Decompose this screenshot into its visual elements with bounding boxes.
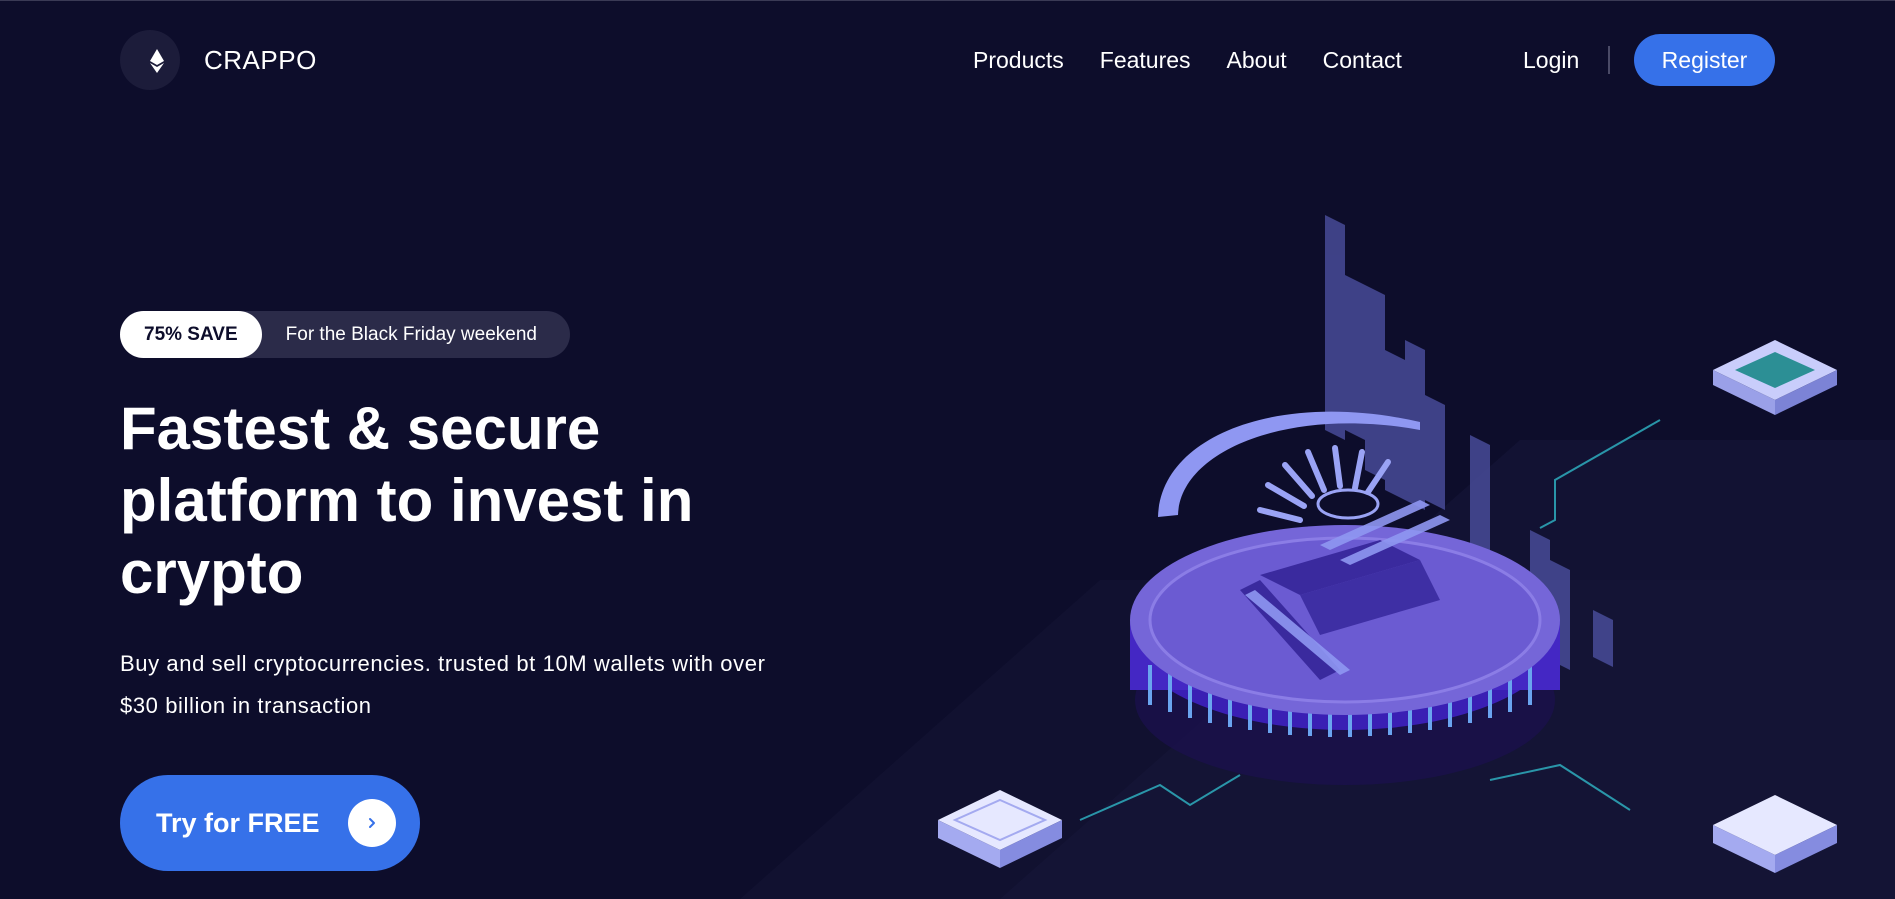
- hero-subtext: Buy and sell cryptocurrencies. trusted b…: [120, 651, 766, 718]
- site-header: CRAPPO Products Features About Contact L…: [120, 30, 1775, 90]
- login-link[interactable]: Login: [1523, 30, 1579, 90]
- brand-name: CRAPPO: [204, 44, 317, 75]
- nav-features-link[interactable]: Features: [1100, 47, 1191, 74]
- register-button[interactable]: Register: [1634, 34, 1775, 86]
- landing-page: CRAPPO Products Features About Contact L…: [0, 0, 1895, 899]
- try-free-button[interactable]: Try for FREE: [120, 775, 420, 871]
- promo-text: For the Black Friday weekend: [285, 323, 537, 345]
- promo-badge: 75% SAVE: [120, 311, 262, 358]
- nav-products-link[interactable]: Products: [973, 47, 1064, 74]
- main-nav: Products Features About Contact: [973, 30, 1438, 90]
- promo-banner[interactable]: 75% SAVE For the Black Friday weekend: [120, 311, 570, 358]
- nav-contact-link[interactable]: Contact: [1323, 47, 1402, 74]
- crescent-ethereum-icon: [120, 30, 180, 90]
- bitcoin-coin-icon: [740, 215, 1895, 899]
- top-border: [0, 0, 1895, 1]
- try-free-label: Try for FREE: [156, 807, 320, 838]
- nav-divider: [1608, 46, 1610, 74]
- brand[interactable]: CRAPPO: [120, 30, 317, 90]
- nav-about-link[interactable]: About: [1227, 47, 1287, 74]
- chevron-right-icon: [348, 799, 396, 847]
